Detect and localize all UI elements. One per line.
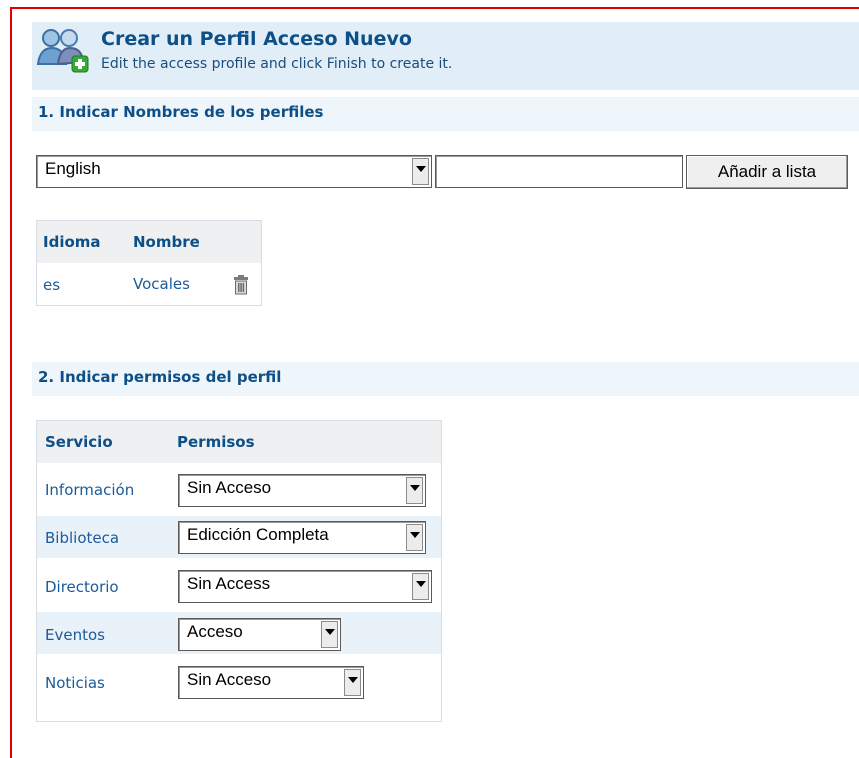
permission-value: Acceso: [187, 622, 243, 641]
add-to-list-button[interactable]: Añadir a lista: [686, 155, 848, 189]
column-header-permisos: Permisos: [177, 433, 255, 451]
language-select[interactable]: English: [36, 155, 432, 188]
chevron-down-icon: [321, 621, 338, 648]
chevron-down-icon: [406, 477, 423, 504]
section-2-heading: 2. Indicar permisos del perfil: [32, 362, 859, 396]
page-subtitle: Edit the access profile and click Finish…: [101, 56, 453, 72]
page-title: Crear un Perfil Acceso Nuevo: [101, 28, 412, 50]
permission-value: Sin Acceso: [187, 670, 272, 689]
trash-icon[interactable]: [233, 275, 249, 295]
profile-names-table: Idioma Nombre es Vocales: [36, 220, 262, 306]
service-biblioteca: Biblioteca: [45, 529, 120, 547]
service-directorio: Directorio: [45, 578, 119, 596]
table-row: Biblioteca Edicción Completa: [37, 516, 441, 558]
permission-select-informacion[interactable]: Sin Acceso: [178, 474, 426, 507]
column-header-nombre: Nombre: [133, 233, 200, 251]
users-add-icon: [36, 29, 89, 73]
table-header-row: Servicio Permisos: [37, 421, 441, 463]
section-1-heading: 1. Indicar Nombres de los perfiles: [32, 97, 859, 131]
chevron-down-icon: [406, 524, 423, 551]
language-select-value: English: [45, 159, 101, 178]
chevron-down-icon: [412, 158, 429, 185]
table-row: Información Sin Acceso: [37, 469, 441, 511]
cell-idioma: es: [43, 276, 61, 294]
chevron-down-icon: [412, 573, 429, 600]
table-row: es Vocales: [37, 263, 261, 305]
permission-select-eventos[interactable]: Acceso: [178, 618, 341, 651]
permission-value: Sin Access: [187, 574, 271, 593]
permission-select-directorio[interactable]: Sin Access: [178, 570, 432, 603]
column-header-servicio: Servicio: [45, 433, 113, 451]
service-eventos: Eventos: [45, 626, 105, 644]
permissions-table: Servicio Permisos Información Sin Acceso…: [36, 420, 442, 722]
table-row: Eventos Acceso: [37, 612, 441, 654]
service-informacion: Información: [45, 481, 135, 499]
cell-nombre[interactable]: Vocales: [133, 275, 190, 293]
service-noticias: Noticias: [45, 674, 105, 692]
table-header-row: Idioma Nombre: [37, 221, 261, 263]
permission-value: Sin Acceso: [187, 478, 272, 497]
column-header-idioma: Idioma: [43, 233, 101, 251]
table-row: Noticias Sin Acceso: [37, 660, 441, 702]
permission-value: Edicción Completa: [187, 525, 329, 544]
permission-select-noticias[interactable]: Sin Acceso: [178, 666, 364, 699]
table-row: Directorio Sin Access: [37, 564, 441, 606]
permission-select-biblioteca[interactable]: Edicción Completa: [178, 521, 426, 554]
profile-name-input[interactable]: [435, 155, 683, 188]
chevron-down-icon: [344, 669, 361, 696]
page-header: Crear un Perfil Acceso Nuevo Edit the ac…: [32, 22, 859, 90]
